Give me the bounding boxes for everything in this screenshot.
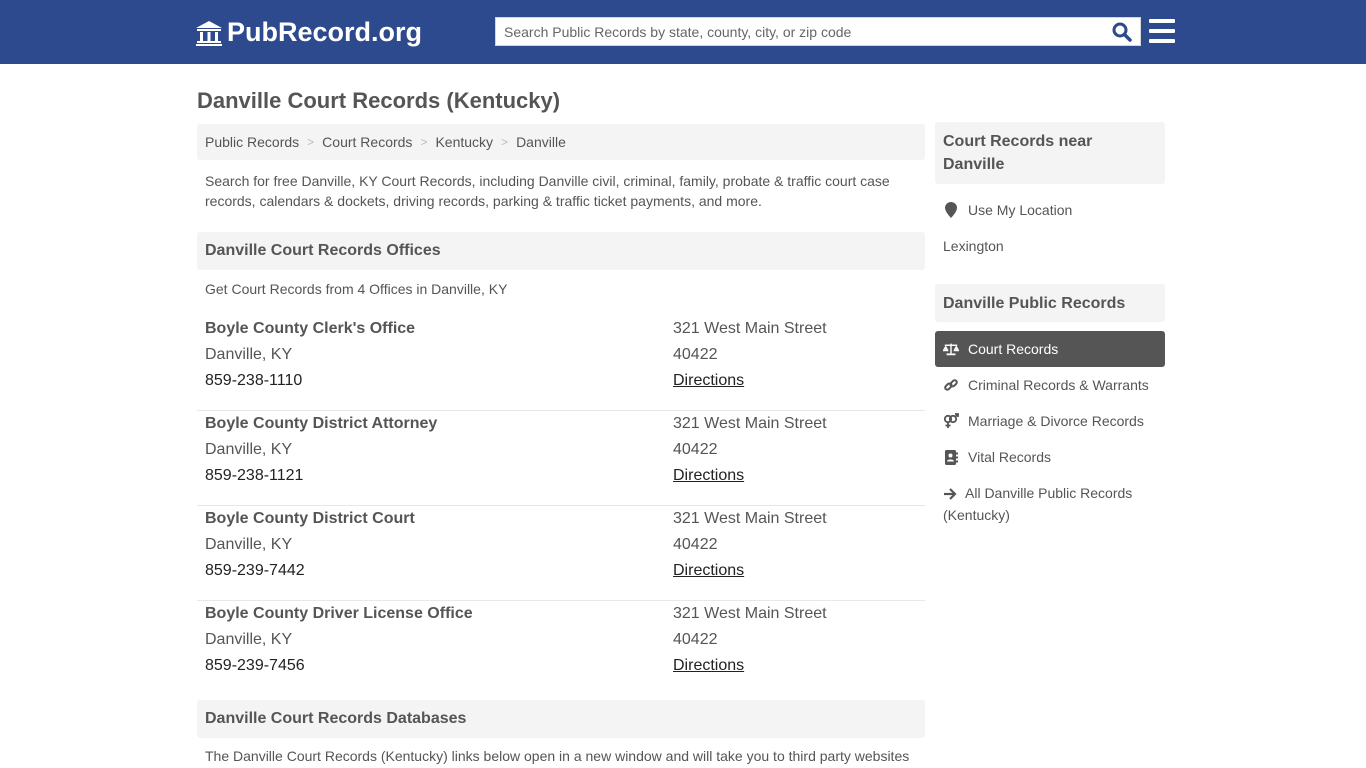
office-name: Boyle County District Court xyxy=(205,510,415,527)
search-bar xyxy=(495,17,1141,46)
office-phone[interactable]: 859-238-1110 xyxy=(205,368,415,394)
map-marker-icon xyxy=(943,202,959,218)
office-item: Boyle County Clerk's Office Danville, KY… xyxy=(197,316,925,411)
balance-scale-icon xyxy=(943,341,959,357)
breadcrumb-separator: > xyxy=(501,135,509,149)
office-address: 321 West Main Street xyxy=(673,605,827,622)
office-name: Boyle County Clerk's Office xyxy=(205,320,416,337)
search-icon xyxy=(1112,22,1132,42)
all-public-records-link[interactable]: All Danville Public Records (Kentucky) xyxy=(943,483,1158,525)
office-phone[interactable]: 859-239-7456 xyxy=(205,653,473,679)
office-city: Danville, KY xyxy=(205,536,293,553)
directions-link[interactable]: Directions xyxy=(673,372,744,389)
office-item: Boyle County Driver License Office Danvi… xyxy=(197,601,925,696)
office-phone[interactable]: 859-239-7442 xyxy=(205,558,415,584)
sidebar-item-criminal-records[interactable]: Criminal Records & Warrants xyxy=(935,376,1165,394)
breadcrumb-court-records[interactable]: Court Records xyxy=(322,134,412,150)
sidebar-item-label: Court Records xyxy=(968,341,1059,357)
arrow-right-icon xyxy=(943,485,959,505)
use-my-location-label: Use My Location xyxy=(968,202,1073,218)
sidebar-item-label: Marriage & Divorce Records xyxy=(968,413,1144,429)
office-zip: 40422 xyxy=(673,346,718,363)
office-city: Danville, KY xyxy=(205,346,293,363)
directions-link[interactable]: Directions xyxy=(673,562,744,579)
directions-link[interactable]: Directions xyxy=(673,657,744,674)
breadcrumb-danville[interactable]: Danville xyxy=(516,134,566,150)
office-zip: 40422 xyxy=(673,631,718,648)
sidebar-item-vital-records[interactable]: Vital Records xyxy=(935,448,1165,466)
sidebar-item-marriage-divorce[interactable]: Marriage & Divorce Records xyxy=(935,412,1165,430)
office-city: Danville, KY xyxy=(205,631,293,648)
breadcrumb-kentucky[interactable]: Kentucky xyxy=(435,134,493,150)
office-item: Boyle County District Attorney Danville,… xyxy=(197,411,925,506)
directions-link[interactable]: Directions xyxy=(673,467,744,484)
offices-section-heading: Danville Court Records Offices xyxy=(197,232,925,270)
page-title: Danville Court Records (Kentucky) xyxy=(197,88,561,113)
public-records-heading: Danville Public Records xyxy=(935,284,1165,322)
site-logo[interactable]: PubRecord.org xyxy=(195,17,422,48)
office-name: Boyle County District Attorney xyxy=(205,415,438,432)
hamburger-menu-icon[interactable] xyxy=(1149,19,1175,43)
databases-text: The Danville Court Records (Kentucky) li… xyxy=(205,748,910,764)
nearby-city-link[interactable]: Lexington xyxy=(943,238,1004,254)
courthouse-icon xyxy=(196,20,222,46)
address-book-icon xyxy=(943,449,959,465)
use-my-location-button[interactable]: Use My Location xyxy=(935,200,1165,220)
top-navbar: PubRecord.org xyxy=(0,0,1366,64)
office-name: Boyle County Driver License Office xyxy=(205,605,473,622)
link-icon xyxy=(943,377,959,393)
office-item: Boyle County District Court Danville, KY… xyxy=(197,506,925,601)
office-phone[interactable]: 859-238-1121 xyxy=(205,463,437,489)
sidebar-item-label: Criminal Records & Warrants xyxy=(968,377,1149,393)
office-zip: 40422 xyxy=(673,536,718,553)
nearby-heading: Court Records near Danville xyxy=(935,122,1165,184)
databases-section-heading: Danville Court Records Databases xyxy=(197,700,925,738)
office-address: 321 West Main Street xyxy=(673,510,827,527)
all-public-records-label: All Danville Public Records (Kentucky) xyxy=(943,485,1133,523)
breadcrumb-separator: > xyxy=(307,135,315,149)
office-zip: 40422 xyxy=(673,441,718,458)
breadcrumb-public-records[interactable]: Public Records xyxy=(205,134,299,150)
search-input[interactable] xyxy=(496,18,1104,45)
breadcrumb-separator: > xyxy=(420,135,428,149)
venus-mars-icon xyxy=(943,413,959,429)
office-city: Danville, KY xyxy=(205,441,293,458)
office-address: 321 West Main Street xyxy=(673,415,827,432)
search-button[interactable] xyxy=(1104,18,1140,45)
offices-subheading: Get Court Records from 4 Offices in Danv… xyxy=(205,281,508,297)
breadcrumb: Public Records > Court Records > Kentuck… xyxy=(197,124,925,160)
office-address: 321 West Main Street xyxy=(673,320,827,337)
intro-text: Search for free Danville, KY Court Recor… xyxy=(205,173,890,209)
sidebar-item-court-records[interactable]: Court Records xyxy=(935,331,1165,367)
sidebar-item-label: Vital Records xyxy=(968,449,1052,465)
logo-text: PubRecord.org xyxy=(227,17,423,47)
